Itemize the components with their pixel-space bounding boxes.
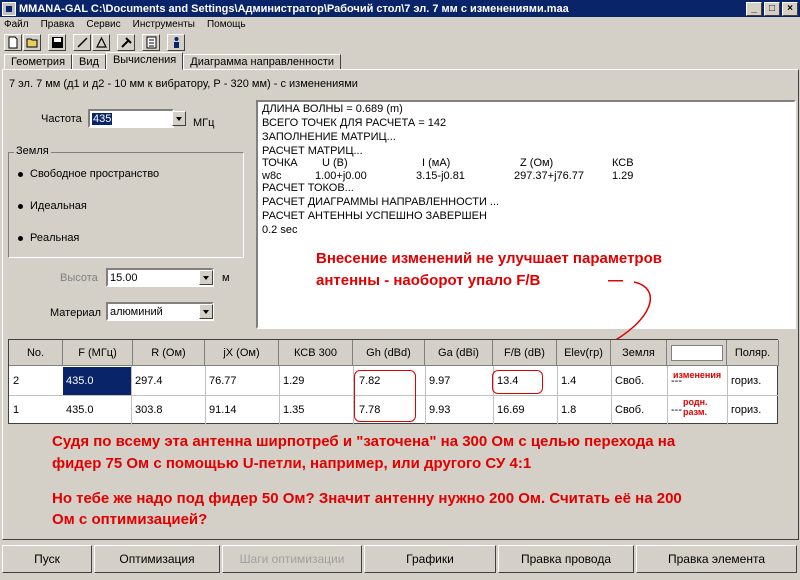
col-divider: [425, 366, 426, 425]
col-header-polar[interactable]: Поляр.: [727, 340, 779, 366]
table-cell-freq[interactable]: 435.0: [66, 396, 131, 424]
row-note-changes: изменения: [673, 370, 722, 380]
table-cell-ga[interactable]: 9.93: [429, 396, 491, 424]
table-cell-freq-selected[interactable]: 435.0: [63, 367, 131, 395]
gh-highlight-box: [354, 370, 416, 422]
table-cell-r[interactable]: 303.8: [135, 396, 203, 424]
table-cell-polar[interactable]: гориз.: [731, 396, 777, 424]
annotation-bottom-line-4: Ом с оптимизацией?: [52, 511, 208, 528]
col-divider: [279, 366, 280, 425]
col-header-elev[interactable]: Elev(гр): [557, 340, 611, 366]
table-cell-polar[interactable]: гориз.: [731, 367, 777, 395]
edit-wire-button[interactable]: Правка провода: [498, 545, 634, 573]
col-divider: [557, 366, 558, 425]
col-header-fb[interactable]: F/B (dB): [493, 340, 557, 366]
start-button[interactable]: Пуск: [2, 545, 92, 573]
optimization-steps-button[interactable]: Шаги оптимизации: [222, 545, 362, 573]
row-note-original-size: родн. разм.: [683, 397, 708, 417]
col-divider: [611, 366, 612, 425]
table-cell-ground[interactable]: Своб.: [615, 396, 665, 424]
col-divider: [727, 366, 728, 425]
col-divider: [131, 366, 132, 425]
annotation-bottom-line-3: Но тебе же надо под фидер 50 Ом? Значит …: [52, 490, 682, 507]
table-cell-swr[interactable]: 1.29: [283, 367, 351, 395]
col-header-r[interactable]: R (Ом): [133, 340, 205, 366]
col-header-no[interactable]: No.: [9, 340, 63, 366]
table-cell-jx[interactable]: 76.77: [209, 367, 277, 395]
results-table[interactable]: No. F (МГц) R (Ом) jX (Ом) КСВ 300 Gh (d…: [8, 339, 779, 425]
table-cell-ground[interactable]: Своб.: [615, 367, 665, 395]
table-cell-elev[interactable]: 1.4: [561, 367, 609, 395]
annotation-bottom-line-1: Судя по всему эта антенна ширпотреб и "з…: [52, 433, 676, 450]
col-header-gh[interactable]: Gh (dBd): [353, 340, 425, 366]
table-cell-fb[interactable]: 16.69: [497, 396, 555, 424]
table-cell-no[interactable]: 1: [11, 396, 63, 424]
bottom-button-bar: Пуск Оптимизация Шаги оптимизации График…: [2, 545, 799, 575]
col-header-ground[interactable]: Земля: [611, 340, 667, 366]
graphs-button[interactable]: Графики: [364, 545, 496, 573]
col-divider: [205, 366, 206, 425]
table-cell-ga[interactable]: 9.97: [429, 367, 491, 395]
table-cell-swr[interactable]: 1.35: [283, 396, 351, 424]
col-header-blank-field: [670, 344, 723, 361]
col-divider: [667, 366, 668, 425]
optimize-button[interactable]: Оптимизация: [94, 545, 220, 573]
tab-calculations[interactable]: Вычисления: [105, 52, 184, 70]
col-header-swr[interactable]: КСВ 300: [279, 340, 353, 366]
table-cell-elev[interactable]: 1.8: [561, 396, 609, 424]
annotation-bottom-line-2: фидер 75 Ом с помощью U-петли, например,…: [52, 455, 532, 472]
fb-highlight-box: [492, 370, 543, 394]
col-header-freq[interactable]: F (МГц): [63, 340, 133, 366]
col-header-ga[interactable]: Ga (dBi): [425, 340, 493, 366]
table-cell-jx[interactable]: 91.14: [209, 396, 277, 424]
edit-element-button[interactable]: Правка элемента: [636, 545, 797, 573]
col-header-jx[interactable]: jX (Ом): [205, 340, 279, 366]
col-header-blank[interactable]: [667, 340, 727, 366]
table-cell-r[interactable]: 297.4: [135, 367, 203, 395]
table-cell-no[interactable]: 2: [11, 367, 63, 395]
